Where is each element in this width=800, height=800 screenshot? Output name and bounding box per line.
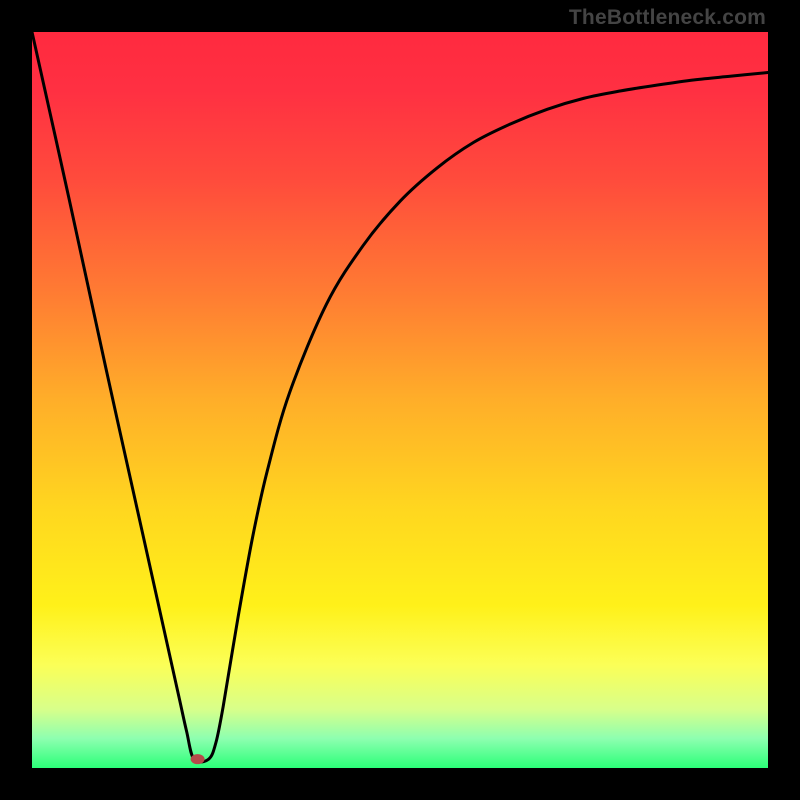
optimal-point-marker (191, 754, 205, 764)
plot-area (32, 32, 768, 768)
bottleneck-curve (32, 32, 768, 762)
chart-frame: TheBottleneck.com (0, 0, 800, 800)
watermark-text: TheBottleneck.com (569, 6, 766, 30)
curve-layer (32, 32, 768, 768)
